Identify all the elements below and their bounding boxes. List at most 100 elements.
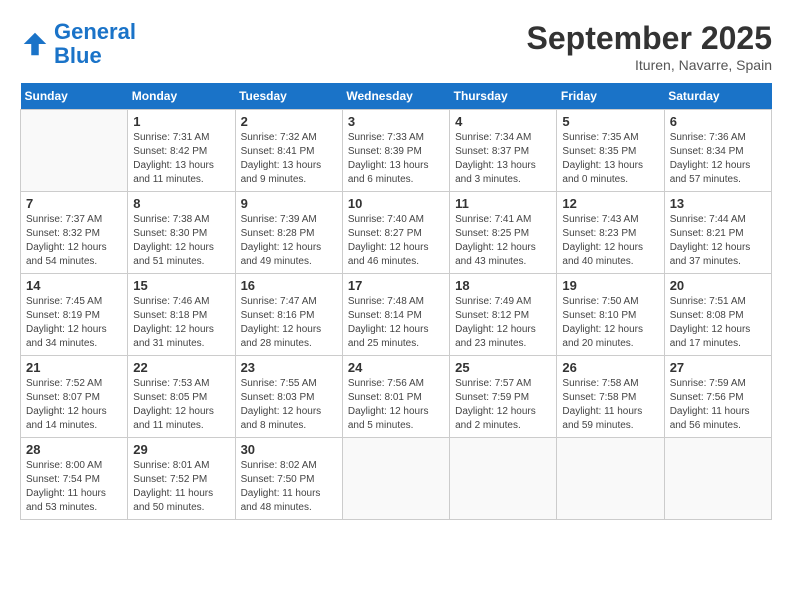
day-number: 25	[455, 360, 551, 375]
calendar-cell: 24 Sunrise: 7:56 AMSunset: 8:01 PMDaylig…	[342, 356, 449, 438]
cell-info: Sunrise: 7:36 AMSunset: 8:34 PMDaylight:…	[670, 131, 766, 187]
weekday-header-saturday: Saturday	[664, 83, 771, 110]
cell-info: Sunrise: 7:38 AMSunset: 8:30 PMDaylight:…	[133, 213, 229, 269]
day-number: 21	[26, 360, 122, 375]
day-number: 23	[241, 360, 337, 375]
day-number: 1	[133, 114, 229, 129]
calendar-cell: 6 Sunrise: 7:36 AMSunset: 8:34 PMDayligh…	[664, 110, 771, 192]
calendar-cell: 13 Sunrise: 7:44 AMSunset: 8:21 PMDaylig…	[664, 192, 771, 274]
calendar-cell	[557, 438, 664, 520]
calendar-cell: 20 Sunrise: 7:51 AMSunset: 8:08 PMDaylig…	[664, 274, 771, 356]
calendar-cell: 11 Sunrise: 7:41 AMSunset: 8:25 PMDaylig…	[450, 192, 557, 274]
calendar-cell: 12 Sunrise: 7:43 AMSunset: 8:23 PMDaylig…	[557, 192, 664, 274]
day-number: 12	[562, 196, 658, 211]
weekday-header-row: SundayMondayTuesdayWednesdayThursdayFrid…	[21, 83, 772, 110]
cell-info: Sunrise: 8:00 AMSunset: 7:54 PMDaylight:…	[26, 459, 122, 515]
cell-info: Sunrise: 7:31 AMSunset: 8:42 PMDaylight:…	[133, 131, 229, 187]
calendar-cell: 22 Sunrise: 7:53 AMSunset: 8:05 PMDaylig…	[128, 356, 235, 438]
weekday-header-monday: Monday	[128, 83, 235, 110]
calendar-cell: 4 Sunrise: 7:34 AMSunset: 8:37 PMDayligh…	[450, 110, 557, 192]
location: Ituren, Navarre, Spain	[527, 57, 772, 73]
day-number: 9	[241, 196, 337, 211]
day-number: 29	[133, 442, 229, 457]
day-number: 20	[670, 278, 766, 293]
day-number: 3	[348, 114, 444, 129]
page-header: General Blue September 2025 Ituren, Nava…	[20, 20, 772, 73]
day-number: 26	[562, 360, 658, 375]
cell-info: Sunrise: 7:55 AMSunset: 8:03 PMDaylight:…	[241, 377, 337, 433]
cell-info: Sunrise: 7:46 AMSunset: 8:18 PMDaylight:…	[133, 295, 229, 351]
day-number: 8	[133, 196, 229, 211]
day-number: 28	[26, 442, 122, 457]
cell-info: Sunrise: 8:01 AMSunset: 7:52 PMDaylight:…	[133, 459, 229, 515]
calendar-cell: 28 Sunrise: 8:00 AMSunset: 7:54 PMDaylig…	[21, 438, 128, 520]
calendar-cell: 25 Sunrise: 7:57 AMSunset: 7:59 PMDaylig…	[450, 356, 557, 438]
day-number: 6	[670, 114, 766, 129]
calendar-cell: 9 Sunrise: 7:39 AMSunset: 8:28 PMDayligh…	[235, 192, 342, 274]
calendar-cell: 1 Sunrise: 7:31 AMSunset: 8:42 PMDayligh…	[128, 110, 235, 192]
weekday-header-sunday: Sunday	[21, 83, 128, 110]
day-number: 24	[348, 360, 444, 375]
day-number: 15	[133, 278, 229, 293]
calendar-cell: 26 Sunrise: 7:58 AMSunset: 7:58 PMDaylig…	[557, 356, 664, 438]
day-number: 13	[670, 196, 766, 211]
cell-info: Sunrise: 7:44 AMSunset: 8:21 PMDaylight:…	[670, 213, 766, 269]
day-number: 10	[348, 196, 444, 211]
logo-line2: Blue	[54, 43, 102, 68]
cell-info: Sunrise: 7:45 AMSunset: 8:19 PMDaylight:…	[26, 295, 122, 351]
cell-info: Sunrise: 8:02 AMSunset: 7:50 PMDaylight:…	[241, 459, 337, 515]
calendar-cell: 21 Sunrise: 7:52 AMSunset: 8:07 PMDaylig…	[21, 356, 128, 438]
cell-info: Sunrise: 7:32 AMSunset: 8:41 PMDaylight:…	[241, 131, 337, 187]
cell-info: Sunrise: 7:56 AMSunset: 8:01 PMDaylight:…	[348, 377, 444, 433]
calendar-cell: 27 Sunrise: 7:59 AMSunset: 7:56 PMDaylig…	[664, 356, 771, 438]
cell-info: Sunrise: 7:59 AMSunset: 7:56 PMDaylight:…	[670, 377, 766, 433]
cell-info: Sunrise: 7:40 AMSunset: 8:27 PMDaylight:…	[348, 213, 444, 269]
cell-info: Sunrise: 7:37 AMSunset: 8:32 PMDaylight:…	[26, 213, 122, 269]
day-number: 7	[26, 196, 122, 211]
cell-info: Sunrise: 7:47 AMSunset: 8:16 PMDaylight:…	[241, 295, 337, 351]
logo: General Blue	[20, 20, 136, 68]
calendar-cell: 14 Sunrise: 7:45 AMSunset: 8:19 PMDaylig…	[21, 274, 128, 356]
calendar-cell: 10 Sunrise: 7:40 AMSunset: 8:27 PMDaylig…	[342, 192, 449, 274]
calendar-cell: 19 Sunrise: 7:50 AMSunset: 8:10 PMDaylig…	[557, 274, 664, 356]
cell-info: Sunrise: 7:53 AMSunset: 8:05 PMDaylight:…	[133, 377, 229, 433]
logo-text: General Blue	[54, 20, 136, 68]
day-number: 4	[455, 114, 551, 129]
cell-info: Sunrise: 7:43 AMSunset: 8:23 PMDaylight:…	[562, 213, 658, 269]
month-title: September 2025	[527, 20, 772, 57]
day-number: 11	[455, 196, 551, 211]
calendar-cell	[450, 438, 557, 520]
calendar-cell: 5 Sunrise: 7:35 AMSunset: 8:35 PMDayligh…	[557, 110, 664, 192]
day-number: 22	[133, 360, 229, 375]
week-row-3: 21 Sunrise: 7:52 AMSunset: 8:07 PMDaylig…	[21, 356, 772, 438]
cell-info: Sunrise: 7:49 AMSunset: 8:12 PMDaylight:…	[455, 295, 551, 351]
cell-info: Sunrise: 7:50 AMSunset: 8:10 PMDaylight:…	[562, 295, 658, 351]
calendar-cell	[664, 438, 771, 520]
cell-info: Sunrise: 7:41 AMSunset: 8:25 PMDaylight:…	[455, 213, 551, 269]
logo-icon	[20, 29, 50, 59]
calendar-cell: 2 Sunrise: 7:32 AMSunset: 8:41 PMDayligh…	[235, 110, 342, 192]
calendar-cell: 15 Sunrise: 7:46 AMSunset: 8:18 PMDaylig…	[128, 274, 235, 356]
day-number: 14	[26, 278, 122, 293]
calendar-cell: 29 Sunrise: 8:01 AMSunset: 7:52 PMDaylig…	[128, 438, 235, 520]
week-row-1: 7 Sunrise: 7:37 AMSunset: 8:32 PMDayligh…	[21, 192, 772, 274]
logo-line1: General	[54, 19, 136, 44]
weekday-header-thursday: Thursday	[450, 83, 557, 110]
calendar-cell: 7 Sunrise: 7:37 AMSunset: 8:32 PMDayligh…	[21, 192, 128, 274]
week-row-4: 28 Sunrise: 8:00 AMSunset: 7:54 PMDaylig…	[21, 438, 772, 520]
week-row-2: 14 Sunrise: 7:45 AMSunset: 8:19 PMDaylig…	[21, 274, 772, 356]
calendar-cell	[21, 110, 128, 192]
calendar-cell: 23 Sunrise: 7:55 AMSunset: 8:03 PMDaylig…	[235, 356, 342, 438]
cell-info: Sunrise: 7:35 AMSunset: 8:35 PMDaylight:…	[562, 131, 658, 187]
calendar-table: SundayMondayTuesdayWednesdayThursdayFrid…	[20, 83, 772, 520]
day-number: 2	[241, 114, 337, 129]
cell-info: Sunrise: 7:52 AMSunset: 8:07 PMDaylight:…	[26, 377, 122, 433]
day-number: 5	[562, 114, 658, 129]
cell-info: Sunrise: 7:34 AMSunset: 8:37 PMDaylight:…	[455, 131, 551, 187]
day-number: 18	[455, 278, 551, 293]
title-block: September 2025 Ituren, Navarre, Spain	[527, 20, 772, 73]
calendar-cell: 8 Sunrise: 7:38 AMSunset: 8:30 PMDayligh…	[128, 192, 235, 274]
cell-info: Sunrise: 7:58 AMSunset: 7:58 PMDaylight:…	[562, 377, 658, 433]
weekday-header-tuesday: Tuesday	[235, 83, 342, 110]
day-number: 30	[241, 442, 337, 457]
